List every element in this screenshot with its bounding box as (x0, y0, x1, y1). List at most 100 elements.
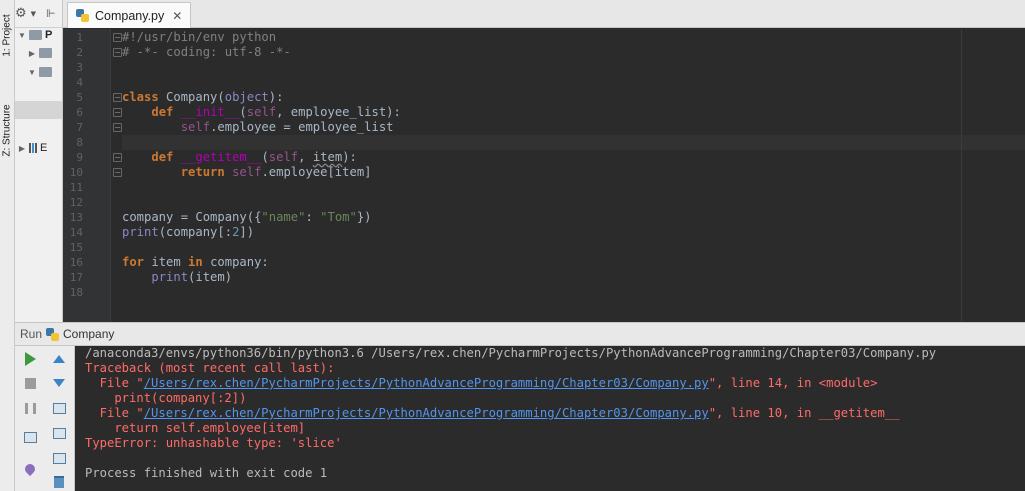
code-line[interactable]: class Company(object): (122, 90, 283, 105)
code-token: #!/usr/bin/env python (122, 30, 277, 44)
rerun-button[interactable] (22, 351, 38, 367)
code-line[interactable]: self.employee = employee_list (122, 120, 394, 135)
line-number: 13 (69, 211, 83, 224)
pin-button[interactable] (22, 461, 38, 477)
chevron-down-icon[interactable]: ▼ (31, 10, 36, 18)
fold-marker-icon[interactable]: − (113, 108, 122, 117)
code-token: ( (217, 90, 225, 104)
code-line[interactable]: return self.employee[item] (122, 165, 372, 180)
line-number: 3 (76, 61, 83, 74)
line-number: 18 (69, 286, 83, 299)
folder-icon (39, 48, 52, 58)
code-line[interactable] (122, 135, 1025, 150)
code-token: , employee_list): (276, 105, 401, 119)
project-panel: ⚙ ▼ ⊩ ▼ P ▶ ▼ ▶ E (15, 0, 63, 322)
fold-marker-icon[interactable]: − (113, 48, 122, 57)
expand-arrow-icon[interactable]: ▼ (25, 68, 39, 77)
code-token: # -*- coding: utf-8 -*- (122, 45, 291, 59)
soft-wrap-button[interactable] (51, 400, 67, 416)
line-number: 17 (69, 271, 83, 284)
code-line[interactable]: print(company[:2]) (122, 225, 254, 240)
line-number: 6 (76, 106, 83, 119)
folder-icon (39, 67, 52, 77)
scroll-up-button[interactable] (51, 351, 67, 367)
code-token: def (151, 105, 181, 119)
pin-icon (22, 461, 38, 477)
code-token: ]) (239, 225, 255, 239)
code-token: }) (356, 210, 372, 224)
gear-icon[interactable]: ⚙ (15, 6, 27, 21)
expand-arrow-icon[interactable]: ▶ (25, 49, 39, 58)
console-file-link[interactable]: /Users/rex.chen/PycharmProjects/PythonAd… (144, 406, 709, 420)
scroll-to-end-button[interactable] (51, 425, 67, 441)
code-line[interactable]: print(item) (122, 270, 232, 285)
line-number: 5 (76, 91, 83, 104)
console-traceback-header: Traceback (most recent call last): (85, 361, 335, 375)
code-token: Company (166, 90, 218, 104)
stop-icon (24, 377, 36, 389)
print-button[interactable] (51, 450, 67, 466)
code-line[interactable]: def __init__(self, employee_list): (122, 105, 401, 120)
project-tool-tab[interactable]: 1: Project (0, 2, 15, 68)
scroll-down-button[interactable] (51, 375, 67, 391)
editor-tab-bar: Company.py ✕ (63, 0, 1025, 28)
code-token: class (122, 90, 167, 104)
pause-button[interactable] (22, 400, 38, 416)
tab-company-py[interactable]: Company.py ✕ (67, 2, 192, 28)
console-file-link[interactable]: /Users/rex.chen/PycharmProjects/PythonAd… (144, 376, 709, 390)
code-token: company = Company({ (122, 210, 262, 224)
code-line[interactable]: def __getitem__(self, item): (122, 150, 357, 165)
tool-window-strip: 1: Project Z: Structure (0, 0, 15, 322)
fold-marker-icon[interactable]: − (113, 168, 122, 177)
tab-label: Company.py (95, 8, 165, 23)
tree-row-project-root[interactable]: ▼ P (15, 26, 62, 44)
soft-wrap-icon (52, 402, 66, 414)
tree-row-folder[interactable]: ▶ (15, 44, 62, 62)
arrow-down-icon (53, 379, 65, 387)
code-token: item (312, 150, 343, 164)
code-token: return (180, 165, 233, 179)
trash-icon (54, 476, 64, 488)
run-panel-header: Run Company (15, 322, 1025, 346)
tree-row-selected-file[interactable] (15, 101, 62, 119)
run-config-name[interactable]: Company (63, 327, 114, 341)
tree-row-folder[interactable]: ▼ (15, 63, 62, 81)
code-token: .employee = employee_list (210, 120, 394, 134)
code-line[interactable]: company = Company({"name": "Tom"}) (122, 210, 372, 225)
clear-button[interactable] (51, 474, 67, 490)
expand-arrow-icon[interactable]: ▼ (15, 31, 29, 40)
run-console[interactable]: /anaconda3/envs/python36/bin/python3.6 /… (75, 346, 1025, 491)
pause-icon (24, 402, 36, 414)
close-icon[interactable]: ✕ (172, 9, 182, 23)
fold-marker-icon[interactable]: − (113, 33, 122, 42)
code-token: print (151, 270, 189, 284)
fold-marker-icon[interactable]: − (113, 153, 122, 162)
fold-marker-icon[interactable]: − (113, 123, 122, 132)
console-frame-2: File "/Users/rex.chen/PycharmProjects/Py… (85, 406, 900, 420)
line-number: 8 (76, 136, 83, 149)
line-number: 7 (76, 121, 83, 134)
code-token: ): (268, 90, 284, 104)
code-token: self (180, 120, 211, 134)
tree-row-label: P (45, 29, 53, 41)
stop-button[interactable] (22, 375, 38, 391)
code-token: __getitem__ (180, 150, 262, 164)
line-number: 15 (69, 241, 83, 254)
layout-button[interactable] (22, 429, 38, 445)
code-token: for (122, 255, 152, 269)
tree-row-external-libraries[interactable]: ▶ E (15, 139, 62, 157)
expand-arrow-icon[interactable]: ▶ (15, 144, 29, 153)
structure-tool-tab[interactable]: Z: Structure (0, 96, 15, 164)
folder-icon (29, 30, 42, 40)
code-line[interactable]: # -*- coding: utf-8 -*- (122, 45, 291, 60)
code-editor[interactable]: 1 − 2 − 3 4 5 − 6 − 7 − 8 9 − 10 − 11 12 13 14 15 16 17 18 #!/us… (63, 29, 1025, 322)
console-frame-2-code: return self.employee[item] (85, 421, 306, 435)
code-line[interactable]: for item in company: (122, 255, 269, 270)
collapse-all-icon[interactable]: ⊩ (46, 7, 56, 20)
code-line[interactable]: #!/usr/bin/env python (122, 30, 276, 45)
fold-marker-icon[interactable]: − (113, 93, 122, 102)
